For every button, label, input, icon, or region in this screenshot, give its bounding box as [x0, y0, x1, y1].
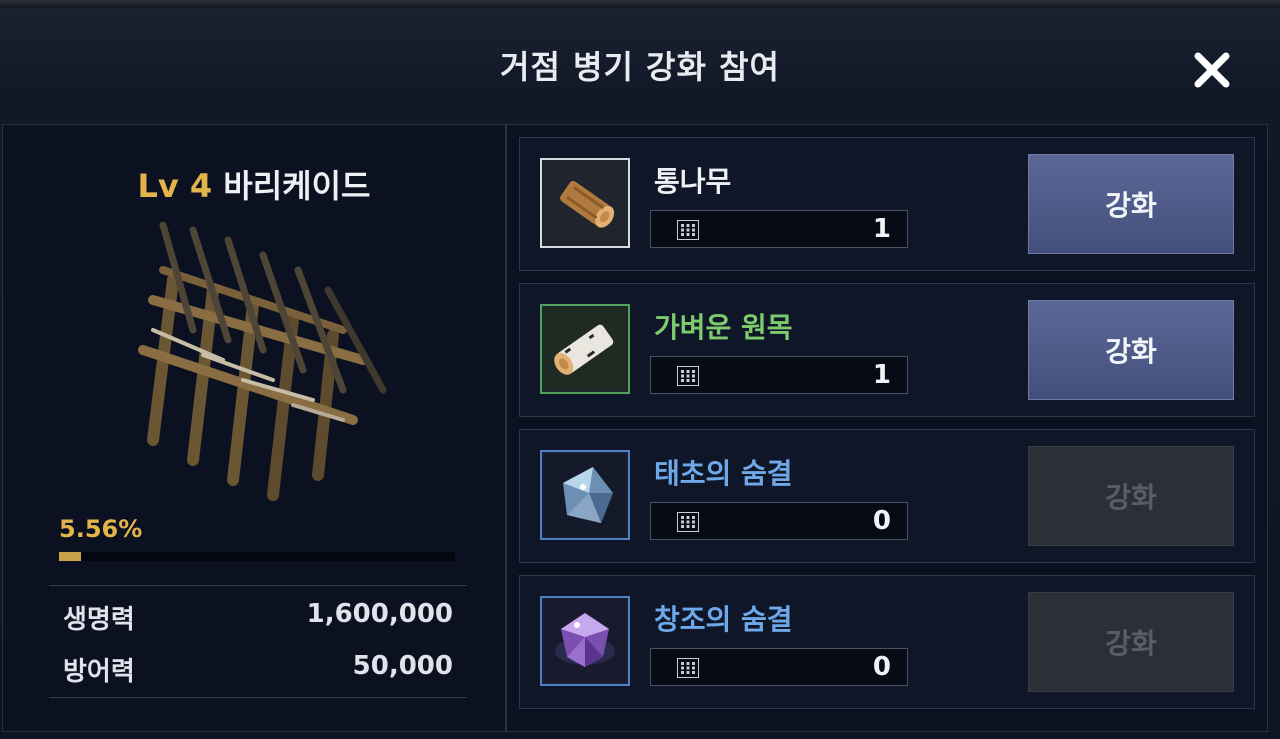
- materials-panel: 통나무 1 강화 가벼운 원목 1 강화 태초의 숨결 0 강화 창조의 숨결 …: [506, 124, 1268, 732]
- stats-divider-bottom: [49, 697, 467, 698]
- quantity-value: 0: [872, 506, 891, 536]
- material-name: 통나무: [654, 165, 732, 198]
- enhance-dialog: 거점 병기 강화 참여 Lv 4 바리케이드 5.56% 생명력 1,600,0…: [0, 8, 1280, 739]
- weapon-name: 바리케이드: [223, 167, 371, 205]
- material-row: 창조의 숨결 0 강화: [519, 575, 1255, 709]
- material-row: 가벼운 원목 1 강화: [519, 283, 1255, 417]
- enhance-button[interactable]: 강화: [1028, 300, 1234, 400]
- quantity-value: 1: [872, 360, 891, 390]
- stat-value: 50,000: [352, 651, 453, 681]
- barricade-image: [138, 221, 387, 501]
- grid-icon: [677, 658, 699, 678]
- material-name: 가벼운 원목: [654, 311, 793, 344]
- log-icon[interactable]: [540, 158, 630, 248]
- weapon-title: Lv 4 바리케이드: [3, 161, 505, 207]
- dialog-title: 거점 병기 강화 참여: [500, 48, 780, 86]
- birch-log-icon[interactable]: [540, 304, 630, 394]
- grid-icon: [677, 366, 699, 386]
- weapon-info-panel: Lv 4 바리케이드 5.56% 생명력 1,600,000 방어력 50,00…: [2, 124, 506, 732]
- enhance-button[interactable]: 강화: [1028, 592, 1234, 692]
- material-name: 창조의 숨결: [654, 603, 793, 636]
- quantity-field[interactable]: 1: [650, 356, 908, 394]
- purple-gem-icon[interactable]: [540, 596, 630, 686]
- quantity-field[interactable]: 0: [650, 502, 908, 540]
- close-button[interactable]: [1188, 46, 1236, 94]
- grid-icon: [677, 220, 699, 240]
- stat-label: 방어력: [63, 657, 135, 687]
- quantity-field[interactable]: 1: [650, 210, 908, 248]
- quantity-value: 1: [872, 214, 891, 244]
- material-name: 태초의 숨결: [654, 457, 793, 490]
- grid-icon: [677, 512, 699, 532]
- weapon-level: Lv 4: [137, 167, 213, 205]
- crystal-icon[interactable]: [540, 450, 630, 540]
- stat-row-defense: 방어력 50,000: [63, 651, 453, 688]
- enhance-button[interactable]: 강화: [1028, 154, 1234, 254]
- progress-bar-fill: [59, 552, 82, 561]
- stat-label: 생명력: [63, 605, 135, 635]
- progress-percent: 5.56%: [59, 515, 143, 543]
- quantity-value: 0: [872, 652, 891, 682]
- stat-value: 1,600,000: [306, 599, 453, 629]
- progress-bar: [59, 552, 455, 561]
- quantity-field[interactable]: 0: [650, 648, 908, 686]
- stats-divider-top: [49, 585, 467, 586]
- close-icon: [1194, 52, 1230, 88]
- material-row: 통나무 1 강화: [519, 137, 1255, 271]
- enhance-button[interactable]: 강화: [1028, 446, 1234, 546]
- stat-row-hp: 생명력 1,600,000: [63, 599, 453, 636]
- material-row: 태초의 숨결 0 강화: [519, 429, 1255, 563]
